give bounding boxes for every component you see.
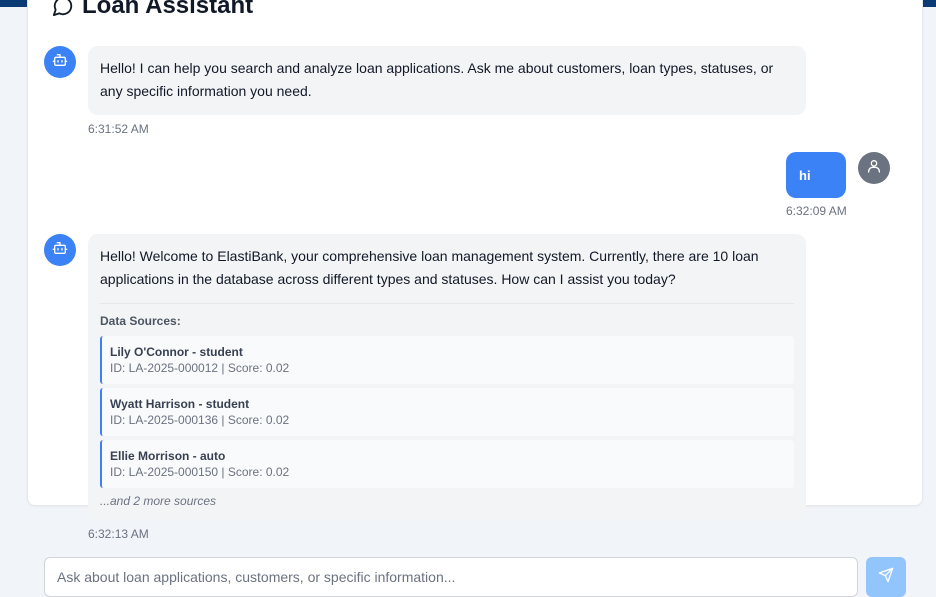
bot-avatar [44,234,76,266]
bot-icon [52,52,68,73]
message-timestamp: 6:32:09 AM [786,204,847,218]
page-title-text: Loan Assistant [82,0,254,19]
bot-avatar [44,46,76,78]
more-sources-note: ...and 2 more sources [100,494,217,508]
send-button[interactable] [866,557,906,597]
message-input-wrapper [44,557,858,597]
message-text: Hello! Welcome to ElastiBank, your compr… [100,248,759,287]
user-avatar [858,152,890,184]
source-meta: ID: LA-2025-000136 | Score: 0.02 [110,413,290,427]
assistant-message: Hello! I can help you search and analyze… [88,46,806,115]
source-item: Lily O'Connor - student ID: LA-2025-0000… [100,336,794,384]
source-name: Wyatt Harrison - student [110,397,250,411]
chat-bubble-icon [52,0,74,17]
source-name: Ellie Morrison - auto [110,449,226,463]
user-icon [866,158,882,179]
source-meta: ID: LA-2025-000150 | Score: 0.02 [110,465,290,479]
source-item: Wyatt Harrison - student ID: LA-2025-000… [100,388,794,436]
message-timestamp: 6:32:13 AM [88,527,149,541]
source-name: Lily O'Connor - student [110,345,243,359]
data-sources: Data Sources: Lily O'Connor - student ID… [100,303,794,508]
source-item: Ellie Morrison - auto ID: LA-2025-000150… [100,440,794,488]
user-message: hi [786,152,846,198]
source-meta: ID: LA-2025-000012 | Score: 0.02 [110,361,290,375]
send-icon [878,567,894,588]
data-sources-title: Data Sources: [100,314,181,328]
message-text: hi [799,168,811,183]
page-title: Loan Assistant [52,0,253,22]
message-input[interactable] [45,558,857,596]
bot-icon [52,240,68,261]
assistant-message: Hello! Welcome to ElastiBank, your compr… [88,234,806,520]
message-timestamp: 6:31:52 AM [88,122,149,136]
message-text: Hello! I can help you search and analyze… [100,60,774,99]
